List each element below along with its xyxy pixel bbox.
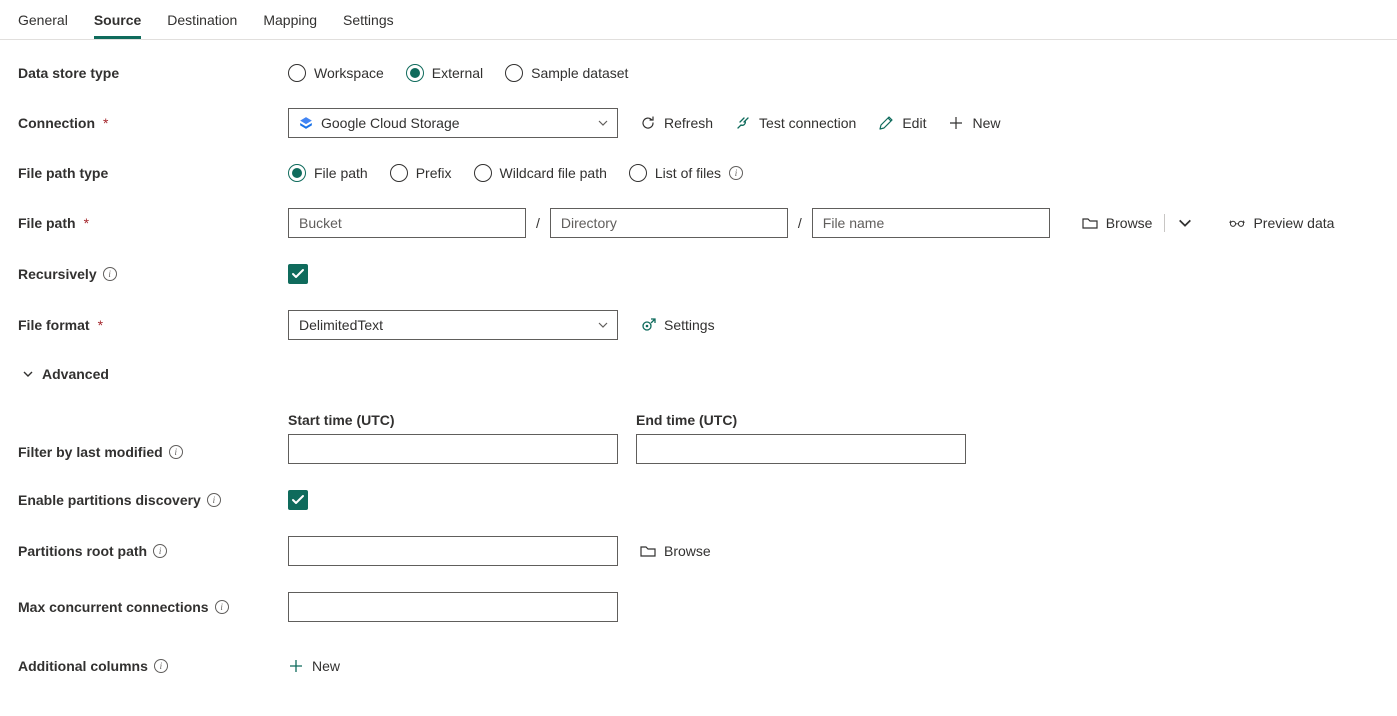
info-icon[interactable]: i: [169, 445, 183, 459]
chevron-down-icon: [22, 368, 34, 380]
radio-wildcard[interactable]: Wildcard file path: [474, 164, 607, 182]
new-connection-button[interactable]: New: [948, 115, 1000, 131]
test-connection-button[interactable]: Test connection: [735, 115, 856, 131]
label-enable-partitions-discovery: Enable partitions discovery i: [18, 492, 288, 508]
radio-external[interactable]: External: [406, 64, 483, 82]
tab-mapping[interactable]: Mapping: [263, 0, 317, 39]
label-connection: Connection*: [18, 115, 288, 131]
glasses-icon: [1229, 215, 1245, 231]
info-icon[interactable]: i: [215, 600, 229, 614]
tab-settings[interactable]: Settings: [343, 0, 394, 39]
info-icon[interactable]: i: [103, 267, 117, 281]
source-form: Data store type Workspace External Sampl…: [0, 40, 1397, 716]
preview-data-button[interactable]: Preview data: [1229, 215, 1334, 231]
info-icon[interactable]: i: [154, 659, 168, 673]
tab-destination[interactable]: Destination: [167, 0, 237, 39]
radio-file-path[interactable]: File path: [288, 164, 368, 182]
info-icon[interactable]: i: [729, 166, 743, 180]
file-format-settings-button[interactable]: Settings: [640, 317, 715, 333]
label-additional-columns: Additional columns i: [18, 658, 288, 674]
label-filter-by-last-modified: Filter by last modified i: [18, 444, 288, 464]
max-concurrent-connections-input[interactable]: [288, 592, 618, 622]
chevron-down-icon: [1177, 215, 1193, 231]
connection-dropdown[interactable]: Google Cloud Storage: [288, 108, 618, 138]
directory-input[interactable]: [550, 208, 788, 238]
label-end-time: End time (UTC): [636, 412, 966, 428]
folder-icon: [640, 543, 656, 559]
label-file-path-type: File path type: [18, 165, 288, 181]
start-time-input[interactable]: [288, 434, 618, 464]
gcs-icon: [299, 116, 313, 130]
partitions-root-path-input[interactable]: [288, 536, 618, 566]
tab-general[interactable]: General: [18, 0, 68, 39]
check-icon: [291, 267, 305, 281]
refresh-icon: [640, 115, 656, 131]
label-file-format: File format*: [18, 317, 288, 333]
browse-file-path-button[interactable]: Browse: [1082, 215, 1153, 231]
label-start-time: Start time (UTC): [288, 412, 618, 428]
info-icon[interactable]: i: [207, 493, 221, 507]
check-icon: [291, 493, 305, 507]
recursively-checkbox[interactable]: [288, 264, 308, 284]
refresh-button[interactable]: Refresh: [640, 115, 713, 131]
radio-workspace[interactable]: Workspace: [288, 64, 384, 82]
label-max-concurrent-connections: Max concurrent connections i: [18, 599, 288, 615]
label-partitions-root-path: Partitions root path i: [18, 543, 288, 559]
tabs-bar: General Source Destination Mapping Setti…: [0, 0, 1397, 40]
plus-icon: [288, 658, 304, 674]
enable-partitions-checkbox[interactable]: [288, 490, 308, 510]
pencil-icon: [878, 115, 894, 131]
label-recursively: Recursively i: [18, 266, 288, 282]
radio-sample-dataset[interactable]: Sample dataset: [505, 64, 628, 82]
folder-icon: [1082, 215, 1098, 231]
browse-partitions-button[interactable]: Browse: [640, 543, 711, 559]
advanced-toggle[interactable]: Advanced: [22, 366, 109, 382]
plug-icon: [735, 115, 751, 131]
file-format-dropdown[interactable]: DelimitedText: [288, 310, 618, 340]
edit-button[interactable]: Edit: [878, 115, 926, 131]
filename-input[interactable]: [812, 208, 1050, 238]
chevron-down-icon: [597, 319, 609, 331]
radio-list-of-files[interactable]: List of files i: [629, 164, 743, 182]
label-file-path: File path*: [18, 215, 288, 231]
browse-dropdown-chevron[interactable]: [1177, 215, 1193, 231]
new-additional-column-button[interactable]: New: [288, 658, 340, 674]
bucket-input[interactable]: [288, 208, 526, 238]
radio-prefix[interactable]: Prefix: [390, 164, 452, 182]
plus-icon: [948, 115, 964, 131]
label-data-store-type: Data store type: [18, 65, 288, 81]
chevron-down-icon: [597, 117, 609, 129]
gear-arrow-icon: [640, 317, 656, 333]
info-icon[interactable]: i: [153, 544, 167, 558]
end-time-input[interactable]: [636, 434, 966, 464]
tab-source[interactable]: Source: [94, 0, 141, 39]
